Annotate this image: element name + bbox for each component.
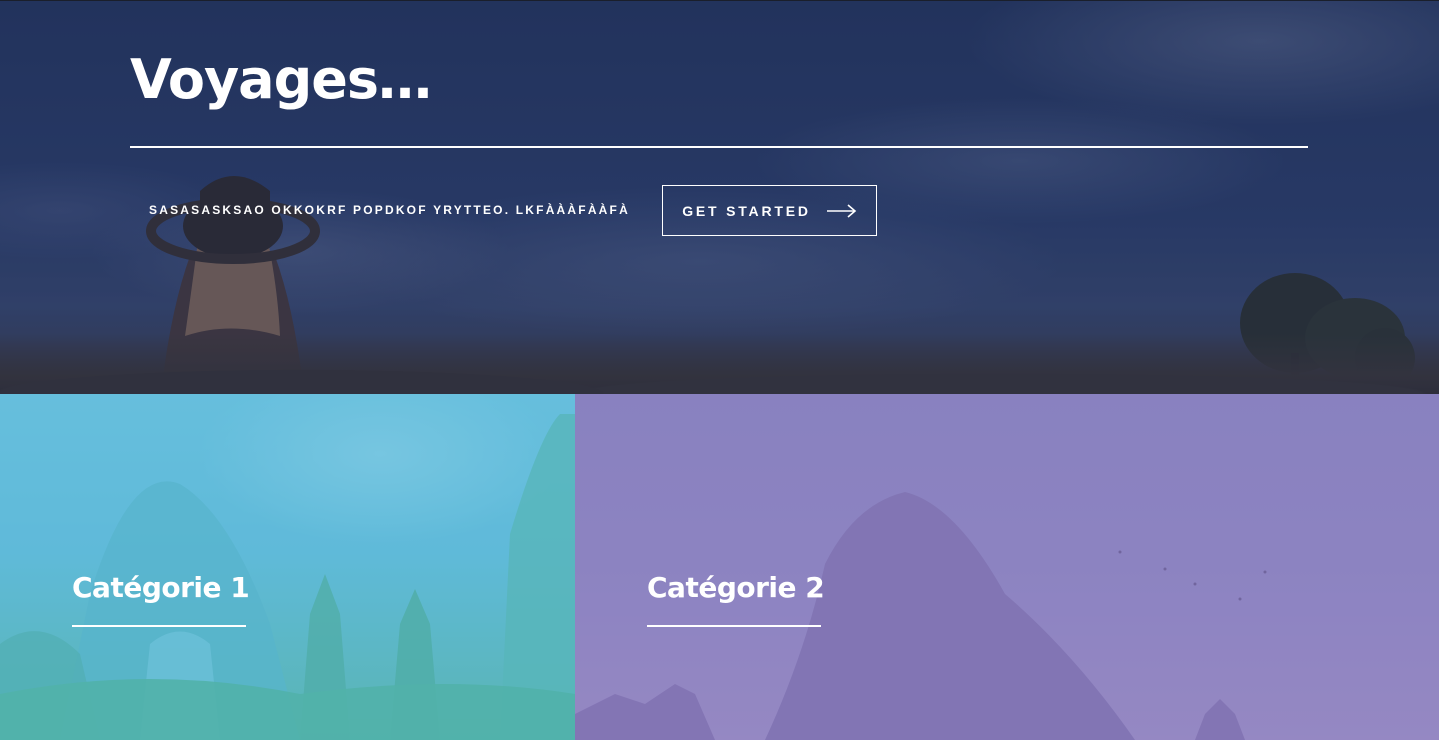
hero-section: Voyages… SASASASKSAO OKKOKRF POPDKOF YRY… (0, 0, 1439, 394)
hero-tagline: SASASASKSAO OKKOKRF POPDKOF YRYTTEO. LKF… (149, 203, 630, 217)
category-card-2[interactable]: Catégorie 2 (575, 394, 1439, 740)
get-started-label: GET STARTED (682, 202, 811, 219)
category-2-divider (647, 625, 821, 627)
page-title: Voyages… (130, 48, 432, 111)
category-1-title[interactable]: Catégorie 1 (72, 570, 250, 606)
category-card-1[interactable]: Catégorie 1 (0, 394, 575, 740)
arrow-right-icon (826, 203, 856, 218)
hero-divider (130, 146, 1308, 148)
get-started-button[interactable]: GET STARTED (662, 185, 877, 236)
category-1-overlay (0, 394, 575, 740)
category-2-title[interactable]: Catégorie 2 (647, 570, 825, 606)
category-1-divider (72, 625, 246, 627)
hero-content: Voyages… SASASASKSAO OKKOKRF POPDKOF YRY… (130, 1, 1308, 394)
category-2-overlay (575, 394, 1439, 740)
categories-section: Catégorie 1 Catégorie 2 (0, 394, 1439, 740)
